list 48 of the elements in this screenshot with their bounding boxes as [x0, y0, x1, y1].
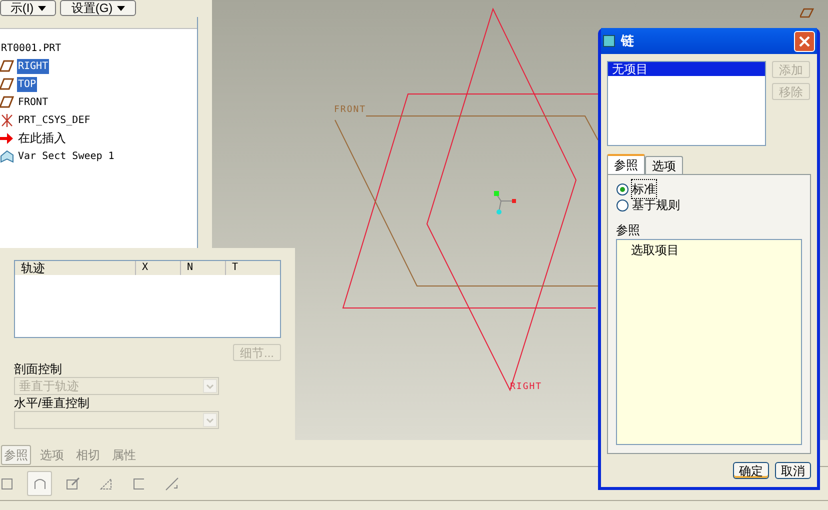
- radio-label: 标准: [632, 180, 656, 198]
- tree-item[interactable]: RIGHT: [17, 58, 50, 74]
- window-title: 链: [621, 32, 634, 50]
- tab[interactable]: 参照: [607, 154, 645, 174]
- plane-icon: [0, 78, 14, 90]
- radio-button[interactable]: [616, 182, 629, 196]
- tree-item[interactable]: TOP: [17, 76, 38, 92]
- solid-icon: [0, 476, 14, 492]
- column-header: X: [135, 261, 180, 275]
- tree-item[interactable]: FRONT: [17, 94, 50, 110]
- menu-button[interactable]: 设置(G): [60, 0, 136, 16]
- plane-icon: [0, 96, 14, 108]
- arrow-icon: [164, 476, 180, 492]
- column-header: 轨迹: [20, 261, 46, 275]
- tree-item[interactable]: RT0001.PRT: [0, 40, 62, 56]
- coordinate-system-icon: [0, 114, 14, 126]
- toolbar-button[interactable]: [27, 471, 52, 496]
- plane-icon: [800, 8, 814, 18]
- datum-label: RIGHT: [510, 383, 542, 392]
- references-box[interactable]: 选取项目: [616, 239, 802, 445]
- close-button[interactable]: [794, 30, 815, 52]
- arrow-icon: [0, 132, 14, 144]
- thin-icon: [130, 476, 146, 492]
- column-header: N: [180, 261, 225, 275]
- column-header: T: [225, 261, 280, 275]
- menu-button[interactable]: 示(I): [0, 0, 56, 16]
- sketch-icon: [64, 476, 80, 492]
- window-icon: [603, 35, 615, 47]
- hint-text: 选取项目: [631, 243, 679, 257]
- tab[interactable]: 选项: [645, 156, 683, 174]
- list-item[interactable]: 无项目: [608, 62, 765, 76]
- caret-icon: [116, 6, 125, 10]
- section-label: 参照: [616, 222, 641, 239]
- plane-icon: [0, 60, 14, 72]
- radio-label: 基于规则: [632, 197, 680, 214]
- tree-item[interactable]: 在此插入: [17, 129, 67, 147]
- dialog-button[interactable]: 取消: [775, 462, 811, 479]
- coordinate-system-icon: [494, 191, 516, 214]
- field-label: 水平/垂直控制: [14, 395, 90, 411]
- datum-label: FRONT: [334, 106, 366, 115]
- caret-icon: [38, 6, 46, 10]
- tree-item[interactable]: PRT_CSYS_DEF: [17, 112, 92, 128]
- tree-item[interactable]: Var Sect Sweep 1: [17, 148, 116, 164]
- radio-button[interactable]: [616, 198, 629, 212]
- dialog-button[interactable]: 确定: [733, 462, 769, 479]
- field-label: 剖面控制: [14, 361, 63, 377]
- close-icon: [799, 36, 810, 46]
- sweep-icon: [0, 150, 14, 162]
